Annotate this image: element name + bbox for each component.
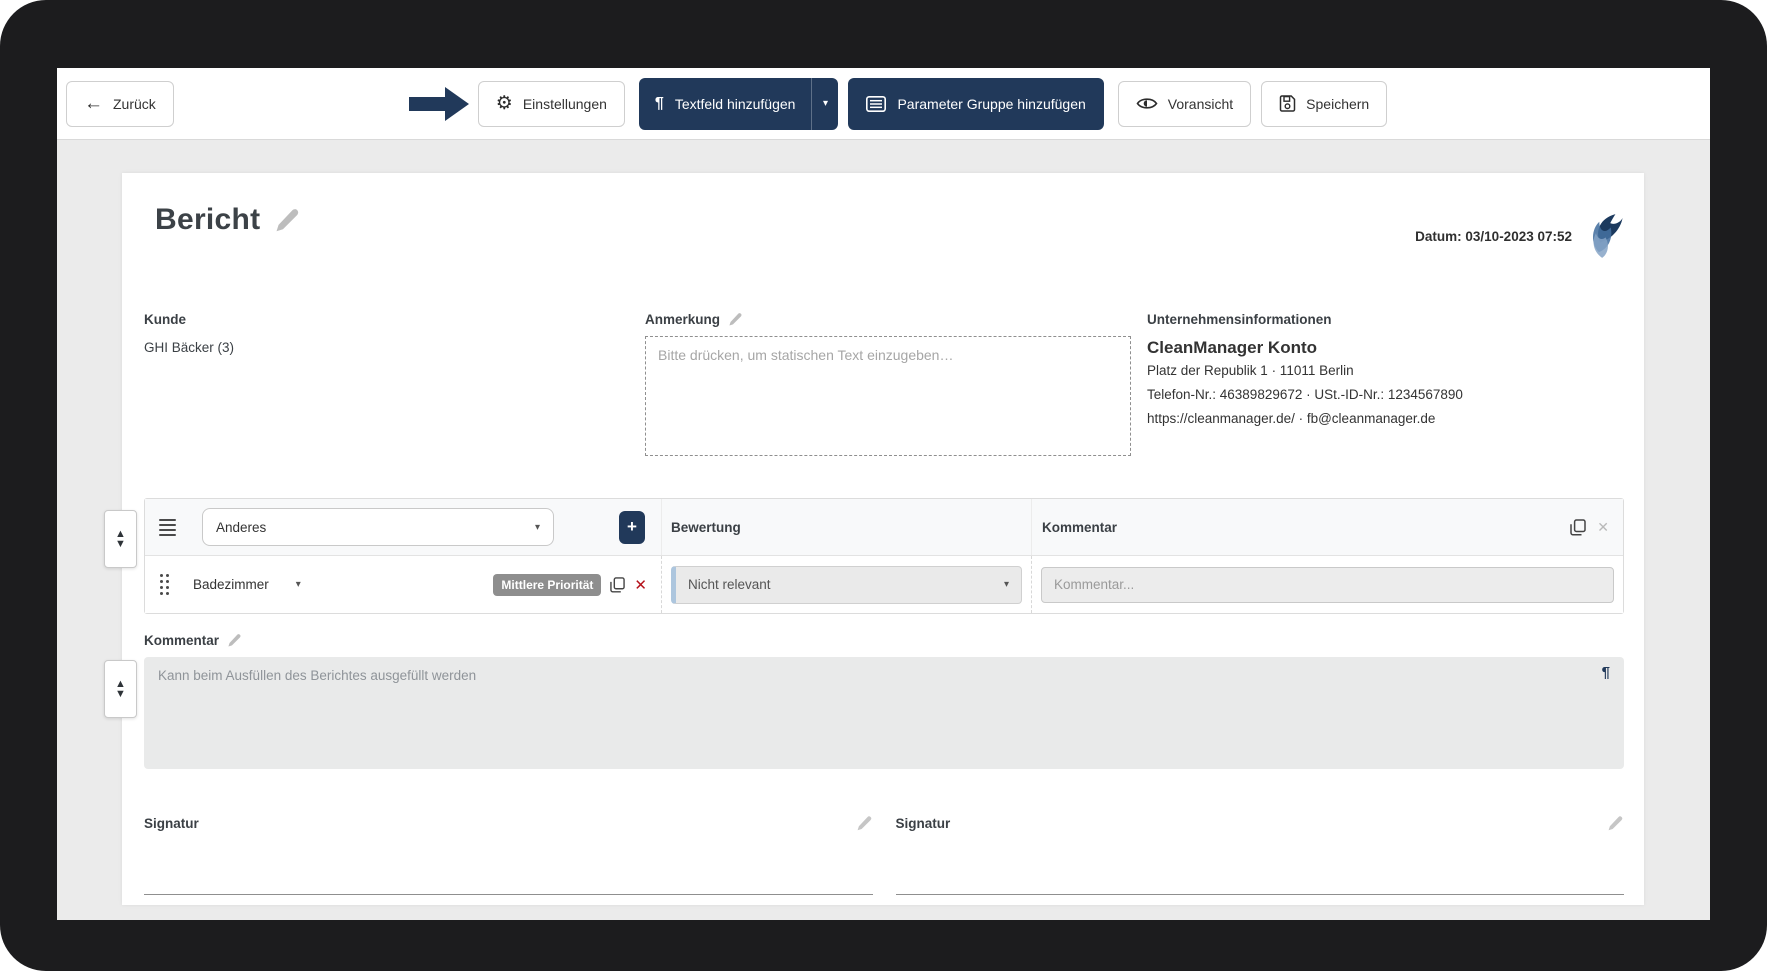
pilcrow-icon: ¶ xyxy=(654,94,664,112)
parameter-chevron-down-icon[interactable]: ▾ xyxy=(296,579,301,590)
parameter-group-header: Anderes ▾ + Bewertung Kommentar ✕ xyxy=(145,499,1623,556)
group-type-value: Anderes xyxy=(216,519,267,535)
remove-group-icon[interactable]: ✕ xyxy=(1597,519,1609,536)
add-textfield-label: Textfeld hinzufügen xyxy=(674,95,796,112)
add-textfield-button[interactable]: ¶ Textfeld hinzufügen ▾ xyxy=(638,77,839,130)
back-arrow-icon: ← xyxy=(84,92,103,114)
group-menu-icon[interactable] xyxy=(159,518,176,536)
signature-field-left: Signatur xyxy=(144,815,873,895)
move-down-icon: ▼ xyxy=(115,688,126,700)
company-name: CleanManager Konto xyxy=(1147,338,1318,357)
eye-icon xyxy=(1136,96,1158,111)
settings-button-label: Einstellungen xyxy=(522,95,607,112)
add-parameter-button[interactable]: + xyxy=(619,510,645,544)
parameter-group: Anderes ▾ + Bewertung Kommentar ✕ Badezi… xyxy=(144,498,1624,614)
company-web-mail: https://cleanmanager.de/ · fb@cleanmanag… xyxy=(1147,410,1436,426)
company-address: Platz der Republik 1 · 11011 Berlin xyxy=(1147,363,1354,378)
move-down-icon: ▼ xyxy=(115,538,126,550)
reorder-comment-button[interactable]: ▲ ▼ xyxy=(104,660,137,718)
rating-column-header: Bewertung xyxy=(671,519,741,535)
page-background: Bericht Datum: 03/10-2023 07:52 Kunde GH… xyxy=(57,140,1710,920)
group-type-select[interactable]: Anderes ▾ xyxy=(202,508,554,546)
static-text-area[interactable]: Bitte drücken, um statischen Text einzug… xyxy=(645,336,1131,456)
textfield-pilcrow-icon[interactable]: ¶ xyxy=(1602,664,1610,681)
note-label: Anmerkung xyxy=(645,312,721,327)
edit-comment-pencil-icon[interactable] xyxy=(227,633,242,648)
save-floppy-icon xyxy=(1279,95,1296,112)
comment-section-label: Kommentar xyxy=(144,633,220,648)
parameter-group-icon xyxy=(866,95,887,112)
add-textfield-caret[interactable]: ▾ xyxy=(811,77,838,130)
parameter-row: Badezimmer ▾ Mittlere Priorität ✕ Nicht … xyxy=(145,556,1623,613)
rating-chevron-down-icon: ▾ xyxy=(1003,579,1009,590)
drag-handle-icon[interactable] xyxy=(160,574,169,595)
preview-button[interactable]: Voransicht xyxy=(1117,80,1252,127)
report-card: Bericht Datum: 03/10-2023 07:52 Kunde GH… xyxy=(122,173,1644,905)
priority-badge: Mittlere Priorität xyxy=(493,573,602,596)
rating-value: Nicht relevant xyxy=(688,577,771,592)
signature-field-right: Signatur xyxy=(895,815,1624,895)
add-parameter-group-button[interactable]: Parameter Gruppe hinzufügen xyxy=(848,77,1104,130)
edit-title-pencil-icon[interactable] xyxy=(274,207,301,234)
page-title: Bericht xyxy=(155,203,261,236)
parameter-name-select[interactable]: Badezimmer xyxy=(193,577,269,592)
edit-signature-left-pencil-icon[interactable] xyxy=(856,815,873,832)
save-button-label: Speichern xyxy=(1306,95,1370,112)
settings-button[interactable]: ⚙ Einstellungen xyxy=(477,80,625,127)
duplicate-group-icon[interactable] xyxy=(1570,518,1587,536)
company-logo xyxy=(1586,213,1624,259)
comment-textarea[interactable]: Kann beim Ausfüllen des Berichtes ausgef… xyxy=(144,657,1624,769)
preview-button-label: Voransicht xyxy=(1167,95,1234,112)
signature-right-label: Signatur xyxy=(895,816,951,831)
comment-column-header: Kommentar xyxy=(1042,519,1118,535)
delete-row-icon[interactable]: ✕ xyxy=(634,576,647,594)
edit-signature-right-pencil-icon[interactable] xyxy=(1607,815,1624,832)
rating-select[interactable]: Nicht relevant ▾ xyxy=(671,565,1022,604)
gear-icon: ⚙ xyxy=(495,93,513,114)
editor-window: ← Zurück ⚙ Einstellungen ¶ Textfeld hinz… xyxy=(57,68,1710,920)
back-button[interactable]: ← Zurück xyxy=(66,80,174,127)
add-parameter-group-label: Parameter Gruppe hinzufügen xyxy=(897,95,1086,112)
back-button-label: Zurück xyxy=(113,95,156,112)
report-date: Datum: 03/10-2023 07:52 xyxy=(1415,228,1572,244)
row-comment-input[interactable] xyxy=(1041,566,1614,603)
edit-note-pencil-icon[interactable] xyxy=(728,312,743,327)
customer-value: GHI Bäcker (3) xyxy=(144,340,235,355)
customer-label: Kunde xyxy=(144,312,186,327)
comment-placeholder: Kann beim Ausfüllen des Berichtes ausgef… xyxy=(158,668,477,683)
duplicate-row-icon[interactable] xyxy=(610,576,626,593)
toolbar: ← Zurück ⚙ Einstellungen ¶ Textfeld hinz… xyxy=(57,68,1710,140)
pointer-arrow-icon xyxy=(408,84,471,124)
save-button[interactable]: Speichern xyxy=(1261,80,1388,127)
signature-left-label: Signatur xyxy=(144,816,199,831)
company-phone-vat: Telefon-Nr.: 46389829672 · USt.-ID-Nr.: … xyxy=(1147,386,1463,402)
chevron-down-icon: ▾ xyxy=(534,521,540,533)
app-frame: ← Zurück ⚙ Einstellungen ¶ Textfeld hinz… xyxy=(0,0,1767,971)
reorder-group-button[interactable]: ▲ ▼ xyxy=(104,510,137,568)
company-info-label: Unternehmensinformationen xyxy=(1147,312,1332,327)
